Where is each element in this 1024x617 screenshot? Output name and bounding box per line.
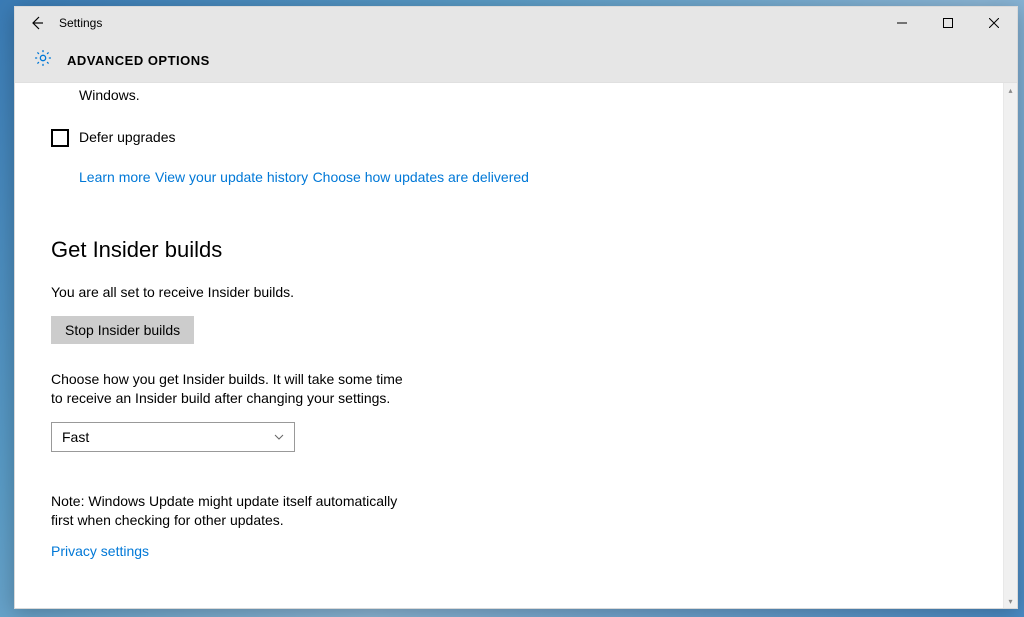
insider-status-text: You are all set to receive Insider build… [51,283,411,302]
privacy-settings-link[interactable]: Privacy settings [51,543,149,559]
titlebar: Settings [15,7,1017,39]
scroll-down-icon: ▾ [1004,594,1017,608]
defer-upgrades-row: Defer upgrades [51,129,967,147]
minimize-button[interactable] [879,7,925,39]
arrow-left-icon [29,15,45,31]
chevron-down-icon [274,432,284,442]
settings-window: Settings ADVANCED OPTIONS Windows. Defer… [14,6,1018,609]
window-controls [879,7,1017,39]
maximize-button[interactable] [925,7,971,39]
vertical-scrollbar[interactable]: ▴ ▾ [1003,83,1017,608]
app-title: Settings [59,16,102,30]
content-area: Windows. Defer upgrades Learn more View … [15,83,1017,608]
scroll-up-icon: ▴ [1004,83,1017,97]
insider-heading: Get Insider builds [51,237,967,263]
stop-insider-button[interactable]: Stop Insider builds [51,316,194,344]
insider-ring-value: Fast [62,429,89,445]
insider-choose-text: Choose how you get Insider builds. It wi… [51,370,411,408]
page-title: ADVANCED OPTIONS [67,53,210,68]
main-content: Windows. Defer upgrades Learn more View … [15,83,1003,608]
close-button[interactable] [971,7,1017,39]
update-history-link[interactable]: View your update history [155,169,308,185]
minimize-icon [897,18,907,28]
maximize-icon [943,18,953,28]
back-button[interactable] [15,7,59,39]
delivery-options-link[interactable]: Choose how updates are delivered [313,169,529,185]
learn-more-link[interactable]: Learn more [79,169,151,185]
defer-upgrades-label: Defer upgrades [79,129,176,145]
truncated-paragraph-tail: Windows. [79,87,967,103]
insider-ring-select[interactable]: Fast [51,422,295,452]
gear-icon [33,48,53,73]
insider-note-text: Note: Windows Update might update itself… [51,492,411,530]
close-icon [989,18,999,28]
page-header: ADVANCED OPTIONS [15,39,1017,83]
defer-upgrades-checkbox[interactable] [51,129,69,147]
